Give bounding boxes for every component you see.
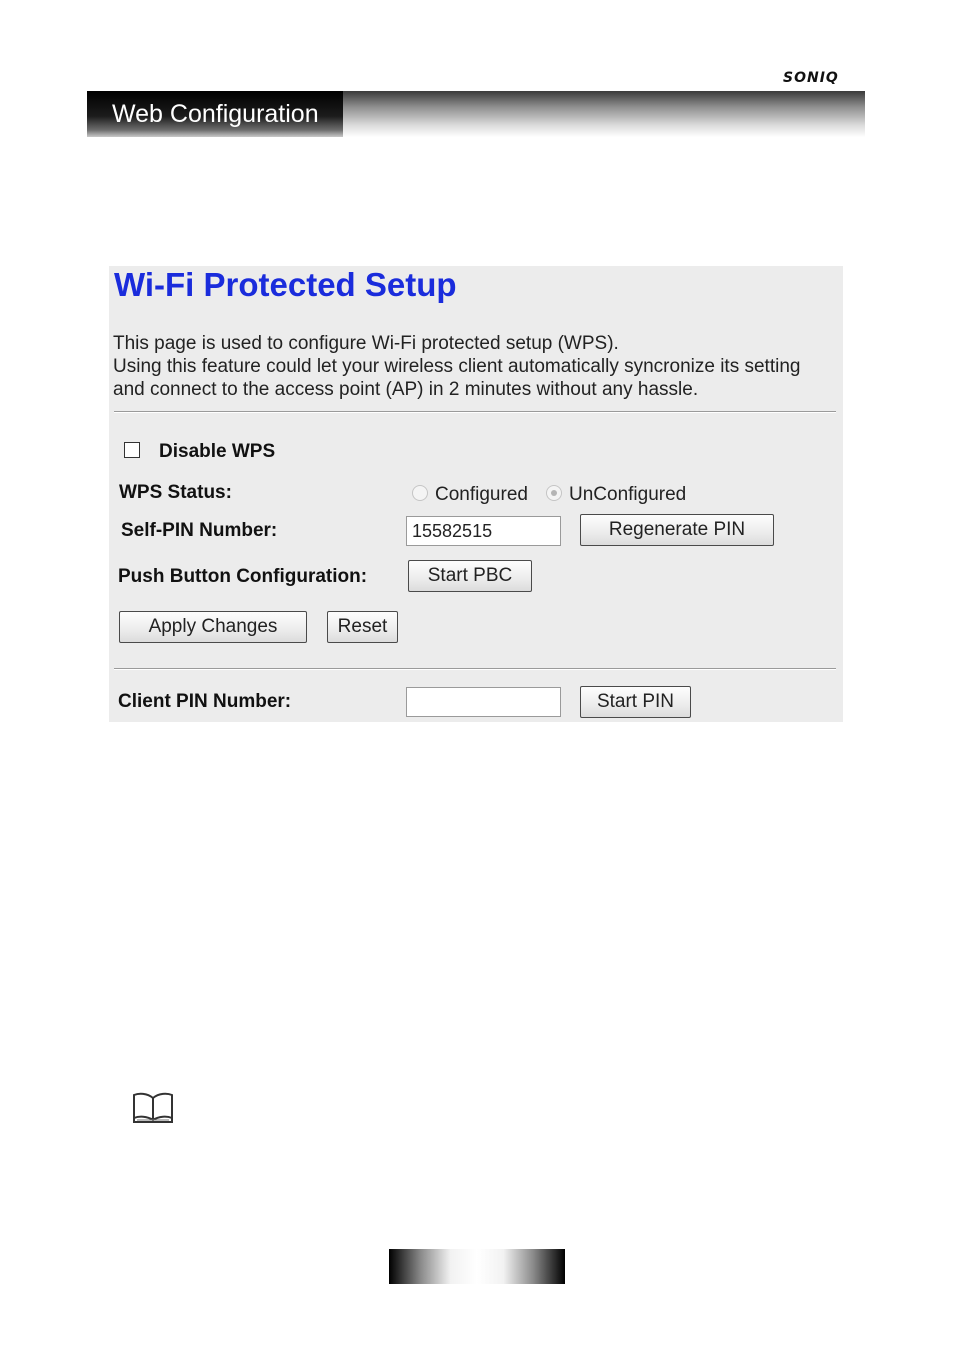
start-pbc-button[interactable]: Start PBC [408,560,532,592]
page-section-title: Web Configuration [112,100,319,128]
pbc-label: Push Button Configuration: [118,566,368,587]
start-pin-button[interactable]: Start PIN [580,686,691,718]
divider [114,411,836,413]
wps-status-label: WPS Status: [119,482,232,503]
regenerate-pin-button[interactable]: Regenerate PIN [580,514,774,546]
divider [114,668,836,670]
description-line: This page is used to configure Wi-Fi pro… [113,333,619,354]
self-pin-field[interactable]: 15582515 [406,516,561,546]
book-icon [131,1090,175,1129]
description: This page is used to configure Wi-Fi pro… [113,332,833,401]
status-configured-radio[interactable] [412,485,428,501]
disable-wps-checkbox[interactable] [124,442,140,458]
footer-gradient-bar [389,1249,565,1284]
description-line: Using this feature could let your wirele… [113,356,801,377]
disable-wps-label: Disable WPS [159,441,276,462]
status-unconfigured-label: UnConfigured [569,484,687,505]
self-pin-label: Self-PIN Number: [121,520,278,541]
panel-title: Wi-Fi Protected Setup [114,266,457,303]
brand-logo: SONIQ [783,70,839,86]
apply-changes-button[interactable]: Apply Changes [119,611,307,643]
status-configured-label: Configured [435,484,528,505]
reset-button[interactable]: Reset [327,611,398,643]
description-line: and connect to the access point (AP) in … [113,379,699,400]
client-pin-field[interactable] [406,687,561,717]
status-unconfigured-radio[interactable] [546,485,562,501]
wps-panel: Wi-Fi Protected Setup This page is used … [109,266,843,722]
client-pin-label: Client PIN Number: [118,691,292,712]
